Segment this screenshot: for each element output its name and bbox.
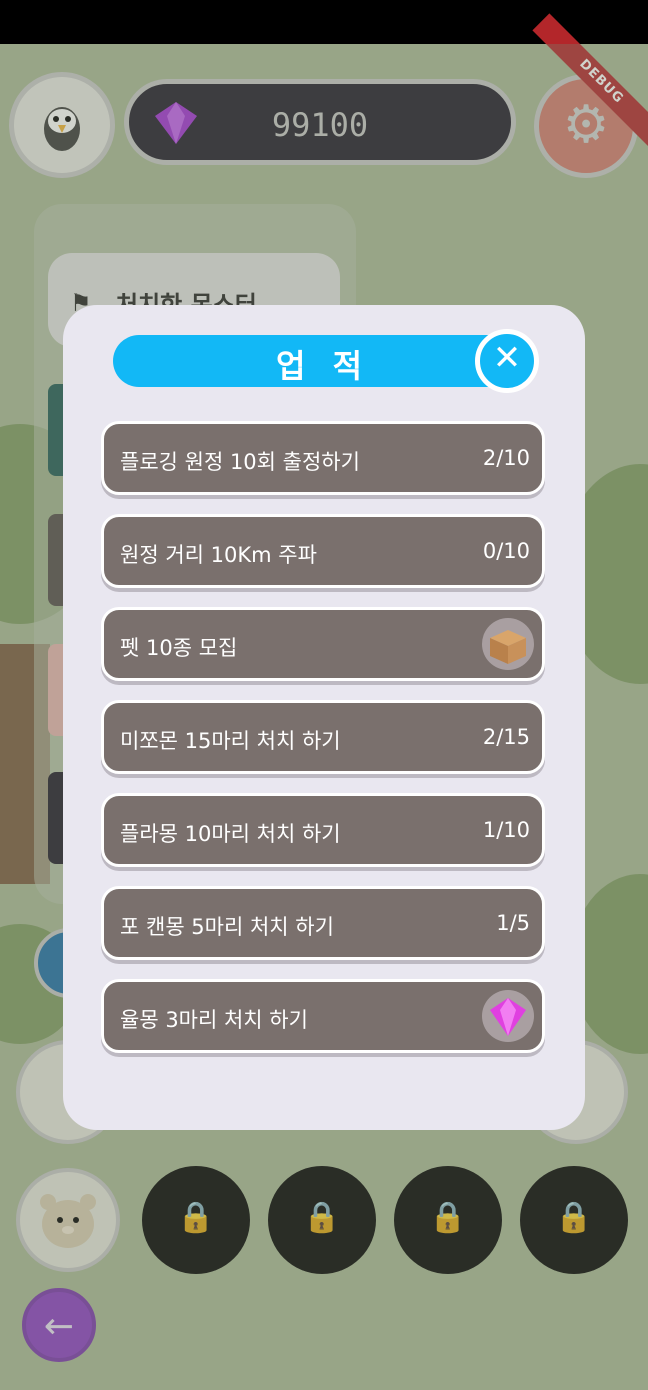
- achievement-row[interactable]: 율몽 3마리 처치 하기: [101, 979, 545, 1053]
- achievement-progress: 2/15: [482, 725, 530, 749]
- achievement-label: 미쪼몬 15마리 처치 하기: [120, 729, 341, 753]
- achievement-label: 플라몽 10마리 처치 하기: [120, 822, 341, 846]
- achievement-progress: 1/10: [482, 818, 530, 842]
- achievements-modal: 업 적 ✕ 플로깅 원정 10회 출정하기 2/10 원정 거리 10Km 주파…: [63, 305, 585, 1130]
- modal-header: 업 적: [113, 335, 533, 387]
- close-icon: ✕: [492, 338, 522, 378]
- modal-title: 업 적: [275, 347, 371, 385]
- achievement-row[interactable]: 포 캔몽 5마리 처치 하기 1/5: [101, 886, 545, 960]
- achievement-row[interactable]: 펫 10종 모집: [101, 607, 545, 681]
- achievement-row[interactable]: 원정 거리 10Km 주파 0/10: [101, 514, 545, 588]
- gem-icon[interactable]: [480, 988, 536, 1044]
- achievement-label: 펫 10종 모집: [120, 636, 238, 660]
- achievement-row[interactable]: 미쪼몬 15마리 처치 하기 2/15: [101, 700, 545, 774]
- achievement-row[interactable]: 플로깅 원정 10회 출정하기 2/10: [101, 421, 545, 495]
- achievement-progress: 2/10: [482, 446, 530, 470]
- achievement-label: 플로깅 원정 10회 출정하기: [120, 450, 360, 474]
- achievement-label: 포 캔몽 5마리 처치 하기: [120, 915, 334, 939]
- achievement-label: 율몽 3마리 처치 하기: [120, 1008, 308, 1032]
- achievement-label: 원정 거리 10Km 주파: [120, 543, 317, 567]
- achievement-progress: 0/10: [482, 539, 530, 563]
- close-button[interactable]: ✕: [475, 329, 539, 393]
- achievement-row[interactable]: 플라몽 10마리 처치 하기 1/10: [101, 793, 545, 867]
- box-icon[interactable]: [480, 616, 536, 672]
- achievement-progress: 1/5: [496, 911, 530, 935]
